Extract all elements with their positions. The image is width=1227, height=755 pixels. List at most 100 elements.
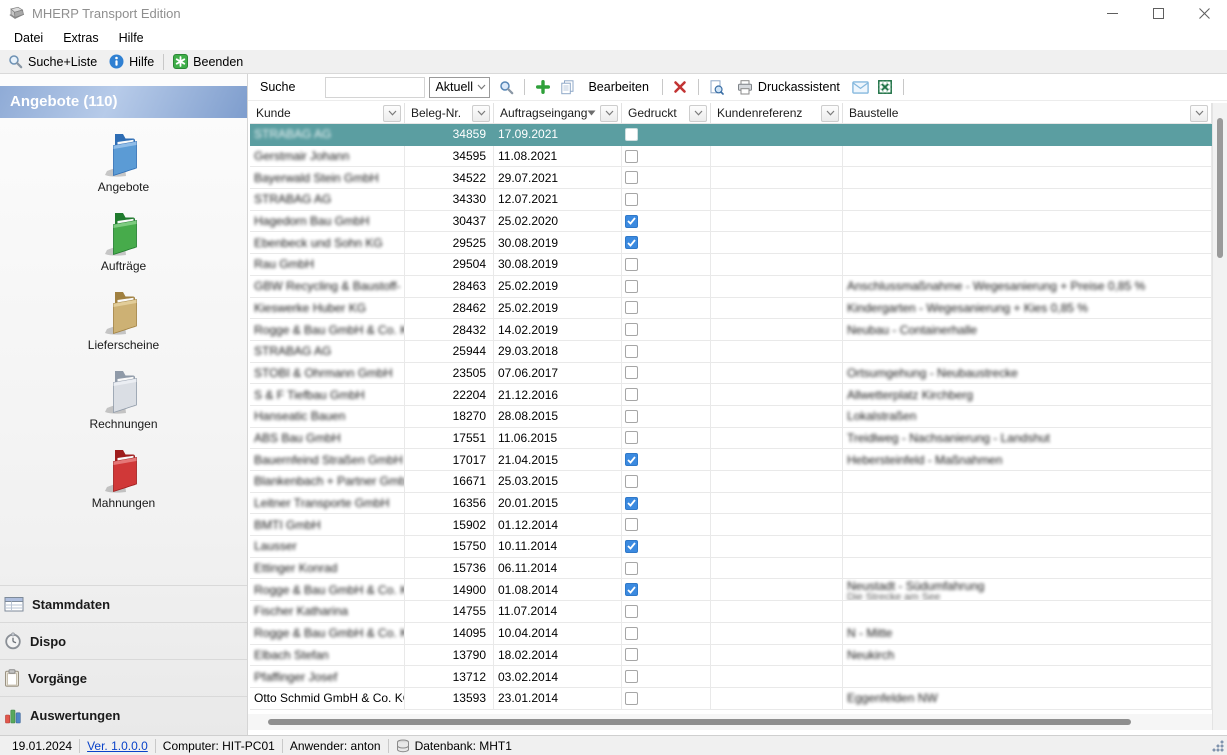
column-header-gedruckt[interactable]: Gedruckt [622, 103, 711, 124]
gedruckt-checkbox[interactable] [625, 605, 638, 618]
gedruckt-checkbox[interactable] [625, 627, 638, 640]
version-link[interactable]: Ver. 1.0.0.0 [80, 739, 155, 753]
table-row[interactable]: STRABAG AG2594429.03.2018 [250, 341, 1212, 363]
sidebar-folder-mahnungen[interactable]: Mahnungen [0, 447, 247, 526]
bearbeiten-button[interactable]: Bearbeiten [582, 77, 654, 98]
table-row[interactable]: Gerstmair Johann3459511.08.2021 [250, 146, 1212, 168]
column-header-kundenreferenz[interactable]: Kundenreferenz [711, 103, 843, 124]
column-header-kunde[interactable]: Kunde [250, 103, 405, 124]
search-go-button[interactable] [496, 77, 517, 98]
gedruckt-checkbox[interactable] [625, 648, 638, 661]
vertical-scrollbar[interactable] [1212, 103, 1227, 730]
copy-button[interactable] [557, 77, 578, 98]
gedruckt-checkbox[interactable] [625, 670, 638, 683]
table-row[interactable]: Blankenbach + Partner GmbH1667125.03.201… [250, 471, 1212, 493]
menu-item-hilfe[interactable]: Hilfe [109, 31, 154, 45]
hilfe-button[interactable]: Hilfe [103, 51, 160, 72]
menu-item-datei[interactable]: Datei [4, 31, 53, 45]
sidebar-folder-rechnungen[interactable]: Rechnungen [0, 368, 247, 447]
druckassistent-button[interactable]: Druckassistent [731, 77, 846, 98]
filter-button[interactable] [472, 105, 490, 122]
horizontal-scrollbar-thumb[interactable] [268, 719, 1131, 725]
gedruckt-checkbox[interactable] [625, 323, 638, 336]
minimize-button[interactable] [1089, 0, 1135, 26]
table-row[interactable]: Leitner Transporte GmbH1635620.01.2015 [250, 493, 1212, 515]
gedruckt-checkbox[interactable] [625, 518, 638, 531]
table-row[interactable]: STRABAG AG3433012.07.2021 [250, 189, 1212, 211]
resize-grip[interactable] [1212, 740, 1224, 752]
close-button[interactable] [1181, 0, 1227, 26]
gedruckt-checkbox[interactable] [625, 692, 638, 705]
sidebar-folder-auftr-ge[interactable]: Aufträge [0, 210, 247, 289]
gedruckt-checkbox[interactable] [625, 150, 638, 163]
table-row[interactable]: ABS Bau GmbH1755111.06.2015Treidlweg - N… [250, 428, 1212, 450]
table-row[interactable]: Elbach Stefan1379018.02.2014Neukirch [250, 645, 1212, 667]
table-row[interactable]: Rogge & Bau GmbH & Co. KG1490001.08.2014… [250, 579, 1212, 601]
horizontal-scrollbar[interactable] [248, 714, 1212, 730]
table-row[interactable]: Bauernfeind Straßen GmbH1701721.04.2015H… [250, 449, 1212, 471]
table-row[interactable]: Rau GmbH2950430.08.2019 [250, 254, 1212, 276]
table-row[interactable]: Hanseatic Bauen1827028.08.2015Lokalstraß… [250, 406, 1212, 428]
table-row[interactable]: Kieswerke Huber KG2846225.02.2019Kinderg… [250, 298, 1212, 320]
menu-item-extras[interactable]: Extras [53, 31, 108, 45]
gedruckt-checkbox[interactable] [625, 453, 638, 466]
table-row[interactable]: Fischer Katharina1475511.07.2014 [250, 601, 1212, 623]
column-header-beleg-nr[interactable]: Beleg-Nr. [405, 103, 494, 124]
sidebar-nav-dispo[interactable]: Dispo [0, 622, 247, 659]
table-row[interactable]: Lausser1575010.11.2014 [250, 536, 1212, 558]
table-row[interactable]: Pfaffinger Josef1371203.02.2014 [250, 666, 1212, 688]
excel-export-button[interactable] [875, 77, 896, 98]
gedruckt-checkbox[interactable] [625, 128, 638, 141]
gedruckt-checkbox[interactable] [625, 301, 638, 314]
table-row[interactable]: Rogge & Bau GmbH & Co. KG2843214.02.2019… [250, 319, 1212, 341]
mail-button[interactable] [850, 77, 871, 98]
filter-button[interactable] [383, 105, 401, 122]
search-scope-select[interactable]: Aktuell [429, 77, 490, 98]
table-row[interactable]: STOBI & Ohrmann GmbH2350507.06.2017Ortsu… [250, 363, 1212, 385]
search-input[interactable] [325, 77, 425, 98]
table-row[interactable]: Otto Schmid GmbH & Co. KG1359323.01.2014… [250, 688, 1212, 710]
beenden-button[interactable]: Beenden [167, 51, 249, 72]
table-row[interactable]: Ettinger Konrad1573606.11.2014 [250, 558, 1212, 580]
filter-button[interactable] [1190, 105, 1208, 122]
gedruckt-checkbox[interactable] [625, 431, 638, 444]
gedruckt-checkbox[interactable] [625, 366, 638, 379]
column-header-baustelle[interactable]: Baustelle [843, 103, 1212, 124]
sidebar-folder-angebote[interactable]: Angebote [0, 131, 247, 210]
gedruckt-checkbox[interactable] [625, 280, 638, 293]
sidebar-nav-auswertungen[interactable]: Auswertungen [0, 696, 247, 733]
filter-button[interactable] [689, 105, 707, 122]
gedruckt-checkbox[interactable] [625, 410, 638, 423]
filter-button[interactable] [600, 105, 618, 122]
table-row[interactable]: STRABAG AG3485917.09.2021 [250, 124, 1212, 146]
gedruckt-checkbox[interactable] [625, 583, 638, 596]
add-button[interactable] [532, 77, 553, 98]
filter-button[interactable] [821, 105, 839, 122]
gedruckt-checkbox[interactable] [625, 562, 638, 575]
delete-button[interactable] [670, 77, 691, 98]
sidebar-folder-lieferscheine[interactable]: Lieferscheine [0, 289, 247, 368]
vertical-scrollbar-thumb[interactable] [1217, 118, 1223, 258]
table-row[interactable]: GBW Recycling & Baustoff-2846325.02.2019… [250, 276, 1212, 298]
table-row[interactable]: Bayerwald Stein GmbH3452229.07.2021 [250, 167, 1212, 189]
gedruckt-checkbox[interactable] [625, 475, 638, 488]
suche-liste-button[interactable]: Suche+Liste [2, 51, 103, 72]
sidebar-nav-stammdaten[interactable]: Stammdaten [0, 585, 247, 622]
gedruckt-checkbox[interactable] [625, 258, 638, 271]
maximize-button[interactable] [1135, 0, 1181, 26]
table-row[interactable]: BMTI GmbH1590201.12.2014 [250, 514, 1212, 536]
sidebar-nav-vorg-nge[interactable]: Vorgänge [0, 659, 247, 696]
print-preview-button[interactable] [706, 77, 727, 98]
gedruckt-checkbox[interactable] [625, 540, 638, 553]
table-row[interactable]: Rogge & Bau GmbH & Co. KG1409510.04.2014… [250, 623, 1212, 645]
gedruckt-checkbox[interactable] [625, 236, 638, 249]
gedruckt-checkbox[interactable] [625, 345, 638, 358]
gedruckt-checkbox[interactable] [625, 388, 638, 401]
gedruckt-checkbox[interactable] [625, 171, 638, 184]
gedruckt-checkbox[interactable] [625, 193, 638, 206]
column-header-auftragseingang[interactable]: Auftragseingang [494, 103, 622, 124]
gedruckt-checkbox[interactable] [625, 497, 638, 510]
table-row[interactable]: Hagedorn Bau GmbH3043725.02.2020 [250, 211, 1212, 233]
gedruckt-checkbox[interactable] [625, 215, 638, 228]
table-row[interactable]: S & F Tiefbau GmbH2220421.12.2016Allwett… [250, 384, 1212, 406]
